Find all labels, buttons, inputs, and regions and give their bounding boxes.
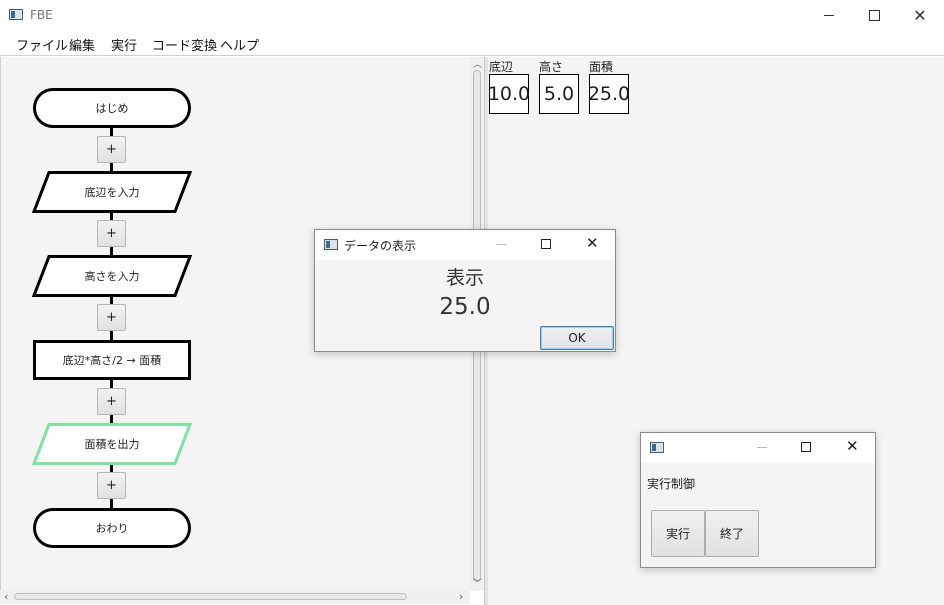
var-value-height: 5.0 bbox=[539, 74, 579, 114]
add-step-button[interactable]: + bbox=[97, 136, 126, 163]
control-close-icon[interactable]: ✕ bbox=[846, 437, 859, 455]
var-value-area: 25.0 bbox=[588, 74, 630, 114]
dialog-maximize-icon[interactable] bbox=[541, 239, 551, 249]
control-dialog: ✕ 実行制御 実行 終了 bbox=[640, 432, 876, 568]
minimize-icon bbox=[824, 14, 834, 16]
scroll-up-icon[interactable]: ︿ bbox=[473, 57, 482, 70]
flow-input-base[interactable]: 底辺を入力 bbox=[32, 171, 192, 213]
var-label-area: 面積 bbox=[589, 60, 614, 74]
display-dialog: データの表示 ✕ 表示 25.0 OK bbox=[314, 229, 616, 352]
maximize-icon bbox=[868, 9, 880, 21]
control-title-bar: ✕ bbox=[641, 433, 875, 463]
add-step-button[interactable]: + bbox=[97, 388, 126, 415]
app-icon bbox=[9, 9, 23, 20]
flow-start[interactable]: はじめ bbox=[33, 88, 191, 128]
menu-bar bbox=[0, 31, 944, 56]
add-step-button[interactable]: + bbox=[97, 304, 126, 331]
dialog-icon bbox=[324, 239, 338, 250]
flow-process-label: 底辺*高さ/2 → 面積 bbox=[62, 354, 162, 367]
flow-input-base-label: 底辺を入力 bbox=[84, 186, 140, 199]
dialog-title: データの表示 bbox=[344, 239, 417, 253]
flow-process[interactable]: 底辺*高さ/2 → 面積 bbox=[33, 340, 191, 380]
maximize-button[interactable] bbox=[851, 0, 897, 30]
var-value-base: 10.0 bbox=[488, 74, 530, 114]
flow-output-label: 面積を出力 bbox=[84, 438, 140, 451]
dialog-minimize-icon[interactable] bbox=[496, 244, 506, 245]
horizontal-scrollbar[interactable]: ‹ › bbox=[0, 590, 470, 604]
menu-run[interactable]: 実行 bbox=[111, 35, 137, 54]
var-label-height: 高さ bbox=[539, 60, 564, 74]
dialog-heading: 表示 bbox=[445, 267, 484, 289]
scroll-down-icon[interactable]: ﹀ bbox=[473, 576, 482, 589]
menu-edit[interactable]: 編集 bbox=[69, 35, 95, 54]
flow-end-label: おわり bbox=[95, 522, 129, 535]
add-step-button[interactable]: + bbox=[97, 472, 126, 499]
window-title: FBE bbox=[30, 8, 53, 22]
close-icon: ✕ bbox=[913, 5, 927, 25]
control-dialog-icon bbox=[650, 442, 664, 453]
control-maximize-icon[interactable] bbox=[801, 442, 811, 452]
dialog-value: 25.0 bbox=[439, 294, 491, 320]
menu-help[interactable]: ヘルプ bbox=[220, 35, 259, 54]
control-label: 実行制御 bbox=[647, 477, 696, 491]
title-bar: FBE ✕ bbox=[0, 0, 944, 31]
scroll-left-icon[interactable]: ‹ bbox=[4, 590, 8, 603]
add-step-button[interactable]: + bbox=[97, 220, 126, 247]
run-button[interactable]: 実行 bbox=[651, 510, 705, 557]
flow-output[interactable]: 面積を出力 bbox=[32, 423, 192, 465]
flow-input-height[interactable]: 高さを入力 bbox=[32, 255, 192, 297]
flow-input-height-label: 高さを入力 bbox=[84, 270, 140, 283]
control-minimize-icon[interactable] bbox=[757, 447, 767, 448]
var-label-base: 底辺 bbox=[489, 60, 514, 74]
dialog-title-bar: データの表示 ✕ bbox=[315, 230, 615, 260]
close-button[interactable]: ✕ bbox=[897, 0, 943, 30]
menu-file[interactable]: ファイル bbox=[16, 35, 68, 54]
scroll-right-icon[interactable]: › bbox=[459, 590, 463, 603]
horizontal-scroll-thumb[interactable] bbox=[14, 593, 407, 600]
stop-button[interactable]: 終了 bbox=[705, 510, 759, 557]
menu-convert[interactable]: コード変換 bbox=[152, 35, 217, 54]
minimize-button[interactable] bbox=[806, 0, 852, 30]
dialog-close-icon[interactable]: ✕ bbox=[586, 234, 599, 252]
flow-end[interactable]: おわり bbox=[33, 508, 191, 548]
flow-start-label: はじめ bbox=[95, 102, 129, 115]
ok-button[interactable]: OK bbox=[540, 326, 614, 350]
